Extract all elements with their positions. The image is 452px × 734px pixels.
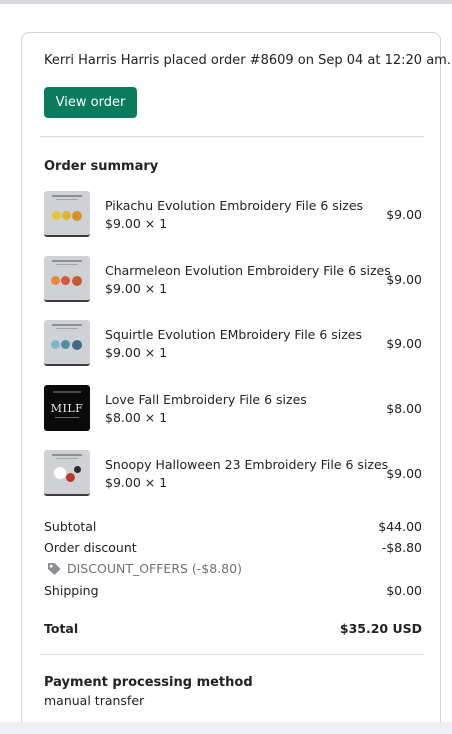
total-label: Total: [44, 621, 79, 636]
payment-method-title: Payment processing method: [44, 675, 253, 690]
item-title: Pikachu Evolution Embroidery File 6 size…: [105, 198, 364, 213]
item-price: $8.00: [386, 401, 422, 416]
product-thumbnail[interactable]: [44, 320, 90, 366]
item-title: Charmeleon Evolution Embroidery File 6 s…: [105, 263, 391, 278]
line-item: Charmeleon Evolution Embroidery File 6 s…: [44, 256, 422, 304]
payment-method-value: manual transfer: [44, 693, 145, 708]
product-thumbnail[interactable]: [44, 256, 90, 302]
item-title: Squirtle Evolution EMbroidery File 6 siz…: [105, 327, 363, 342]
order-notification-card: Kerri Harris Harris placed order #8609 o…: [21, 32, 451, 734]
line-item: Pikachu Evolution Embroidery File 6 size…: [44, 191, 422, 239]
product-thumbnail[interactable]: [44, 191, 90, 237]
item-quantity: $9.00 × 1: [105, 281, 168, 296]
tag-icon: [48, 563, 61, 575]
item-quantity: $9.00 × 1: [105, 345, 168, 360]
total-row: Total $35.20 USD: [44, 621, 422, 637]
discount-value: -$8.80: [381, 540, 422, 555]
product-thumbnail[interactable]: MILF: [44, 385, 90, 431]
line-item: MILF Love Fall Embroidery File 6 sizes $…: [44, 385, 422, 433]
shipping-value: $0.00: [386, 583, 422, 598]
discount-code-text: DISCOUNT_OFFERS (-$8.80): [67, 561, 242, 576]
view-order-button[interactable]: View order: [44, 87, 137, 118]
subtotal-row: Subtotal $44.00: [44, 519, 422, 535]
item-price: $9.00: [386, 336, 422, 351]
item-price: $9.00: [386, 466, 422, 481]
total-value: $35.20 USD: [339, 621, 422, 636]
item-quantity: $9.00 × 1: [105, 216, 168, 231]
shipping-row: Shipping $0.00: [44, 583, 422, 599]
line-item: Snoopy Halloween 23 Embroidery File 6 si…: [44, 450, 422, 498]
discount-row: Order discount -$8.80: [44, 540, 422, 556]
item-quantity: $9.00 × 1: [105, 475, 168, 490]
item-price: $9.00: [386, 272, 422, 287]
bottom-background: [0, 722, 452, 734]
subtotal-value: $44.00: [378, 519, 422, 534]
order-summary-title: Order summary: [44, 159, 159, 174]
discount-code: DISCOUNT_OFFERS (-$8.80): [44, 560, 344, 578]
item-price: $9.00: [386, 207, 422, 222]
item-title: Love Fall Embroidery File 6 sizes: [105, 392, 307, 407]
divider: [40, 136, 424, 137]
thumbnail-text: MILF: [50, 402, 84, 415]
item-title: Snoopy Halloween 23 Embroidery File 6 si…: [105, 457, 389, 472]
product-thumbnail[interactable]: [44, 450, 90, 496]
item-quantity: $8.00 × 1: [105, 410, 168, 425]
line-item: Squirtle Evolution EMbroidery File 6 siz…: [44, 320, 422, 368]
divider: [40, 654, 424, 655]
order-headline: Kerri Harris Harris placed order #8609 o…: [44, 53, 451, 68]
discount-label: Order discount: [44, 540, 137, 555]
shipping-label: Shipping: [44, 583, 99, 598]
subtotal-label: Subtotal: [44, 519, 97, 534]
